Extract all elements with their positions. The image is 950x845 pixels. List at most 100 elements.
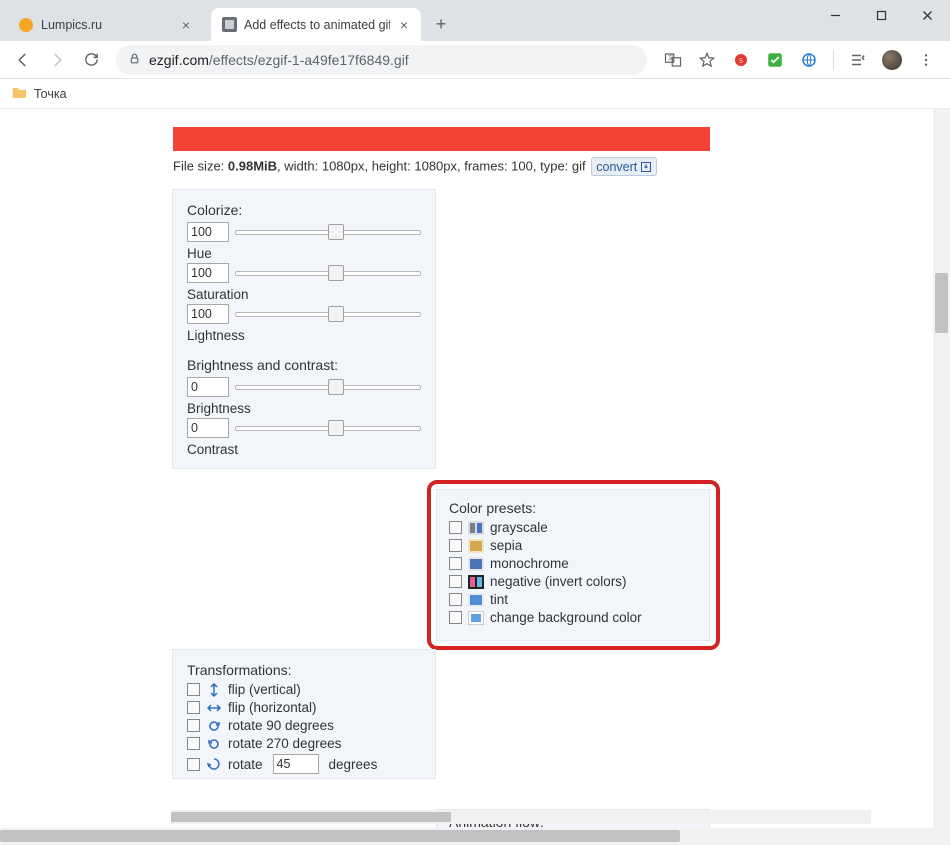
forward-button[interactable] — [42, 45, 72, 75]
file-info-text: File size: 0.98MiB, width: 1080px, heigh… — [173, 157, 657, 176]
close-icon[interactable]: × — [397, 18, 411, 32]
lightness-slider[interactable] — [235, 305, 421, 323]
translate-icon[interactable]: 文 — [663, 50, 683, 70]
window-horizontal-scrollbar[interactable] — [0, 828, 950, 845]
hue-slider[interactable] — [235, 223, 421, 241]
brightness-contrast-title: Brightness and contrast: — [187, 357, 421, 373]
rotate-custom-icon — [206, 757, 222, 771]
browser-toolbar: ezgif.com/effects/ezgif-1-a49fe17f6849.g… — [0, 41, 950, 79]
lightness-label: Lightness — [187, 328, 421, 343]
page-viewport: File size: 0.98MiB, width: 1080px, heigh… — [0, 109, 950, 828]
preset-sepia[interactable]: sepia — [449, 538, 697, 553]
menu-icon[interactable] — [916, 50, 936, 70]
preset-label: monochrome — [490, 556, 569, 571]
bookmark-folder-label[interactable]: Точка — [34, 87, 67, 101]
maximize-button[interactable] — [858, 0, 904, 30]
negative-icon — [468, 575, 484, 589]
preset-change-bg[interactable]: change background color — [449, 610, 697, 625]
preset-label: tint — [490, 592, 508, 607]
tab-title: Lumpics.ru — [41, 18, 172, 32]
contrast-input[interactable] — [187, 418, 229, 438]
preset-label: sepia — [490, 538, 522, 553]
rotate-cw-icon — [206, 719, 222, 733]
star-icon[interactable] — [697, 50, 717, 70]
brightness-input[interactable] — [187, 377, 229, 397]
colorize-title: Colorize: — [187, 202, 421, 218]
preset-grayscale[interactable]: grayscale — [449, 520, 697, 535]
url-text: ezgif.com/effects/ezgif-1-a49fe17f6849.g… — [149, 52, 409, 68]
folder-icon — [12, 85, 28, 102]
checkbox[interactable] — [449, 611, 462, 624]
tab-lumpics[interactable]: Lumpics.ru × — [8, 8, 203, 41]
saturation-slider[interactable] — [235, 264, 421, 282]
preset-monochrome[interactable]: monochrome — [449, 556, 697, 571]
tint-icon — [468, 593, 484, 607]
favicon-lumpics — [18, 17, 34, 33]
checkbox[interactable] — [449, 557, 462, 570]
transform-label: rotate 90 degrees — [228, 718, 334, 733]
lightness-input[interactable] — [187, 304, 229, 324]
extension-check-icon[interactable] — [765, 50, 785, 70]
svg-text:5: 5 — [739, 58, 743, 65]
panel-color-presets: Color presets: grayscale sepia monochrom… — [436, 489, 710, 641]
checkbox[interactable] — [449, 575, 462, 588]
checkbox[interactable] — [449, 521, 462, 534]
hue-input[interactable] — [187, 222, 229, 242]
checkbox[interactable] — [449, 593, 462, 606]
checkbox[interactable] — [449, 539, 462, 552]
profile-avatar[interactable] — [882, 50, 902, 70]
hue-label: Hue — [187, 246, 421, 261]
checkbox[interactable] — [187, 683, 200, 696]
transform-label: rotate 270 degrees — [228, 736, 341, 751]
transform-rotate-270[interactable]: rotate 270 degrees — [187, 736, 421, 751]
close-window-button[interactable] — [904, 0, 950, 30]
brightness-label: Brightness — [187, 401, 421, 416]
saturation-label: Saturation — [187, 287, 421, 302]
panel-colorize: Colorize: Hue Saturation Lightness Brigh… — [172, 189, 436, 469]
preset-tint[interactable]: tint — [449, 592, 697, 607]
extension-vpn-icon[interactable]: 5 — [731, 50, 751, 70]
transform-flip-horizontal[interactable]: flip (horizontal) — [187, 700, 421, 715]
rotate-ccw-icon — [206, 737, 222, 751]
toolbar-right-icons: 文 5 — [657, 49, 942, 71]
grayscale-icon — [468, 521, 484, 535]
convert-button[interactable]: convert — [591, 157, 657, 176]
checkbox[interactable] — [187, 737, 200, 750]
contrast-slider[interactable] — [235, 419, 421, 437]
page-vertical-scrollbar[interactable] — [933, 109, 950, 828]
change-bg-icon — [468, 611, 484, 625]
new-tab-button[interactable]: + — [427, 10, 455, 38]
tab-title: Add effects to animated gifs - gif... — [244, 18, 390, 32]
rotate-prefix: rotate — [228, 757, 263, 772]
transform-flip-vertical[interactable]: flip (vertical) — [187, 682, 421, 697]
page-horizontal-scrollbar[interactable] — [171, 810, 871, 824]
preview-placeholder — [173, 127, 710, 151]
reading-list-icon[interactable] — [848, 50, 868, 70]
extension-globe-icon[interactable] — [799, 50, 819, 70]
brightness-slider[interactable] — [235, 378, 421, 396]
preset-negative[interactable]: negative (invert colors) — [449, 574, 697, 589]
preset-label: negative (invert colors) — [490, 574, 627, 589]
rotate-degrees-input[interactable] — [273, 754, 319, 774]
transform-rotate-custom[interactable]: rotate degrees — [187, 754, 421, 774]
reload-button[interactable] — [76, 45, 106, 75]
tab-ezgif[interactable]: Add effects to animated gifs - gif... × — [211, 8, 421, 41]
close-icon[interactable]: × — [179, 18, 193, 32]
transform-rotate-90[interactable]: rotate 90 degrees — [187, 718, 421, 733]
contrast-label: Contrast — [187, 442, 421, 457]
back-button[interactable] — [8, 45, 38, 75]
monochrome-icon — [468, 557, 484, 571]
transform-label: flip (vertical) — [228, 682, 301, 697]
checkbox[interactable] — [187, 758, 200, 771]
page-content: File size: 0.98MiB, width: 1080px, heigh… — [0, 109, 950, 828]
rotate-suffix: degrees — [329, 757, 378, 772]
address-bar[interactable]: ezgif.com/effects/ezgif-1-a49fe17f6849.g… — [116, 45, 647, 75]
saturation-input[interactable] — [187, 263, 229, 283]
bookmarks-bar: Точка — [0, 79, 950, 109]
minimize-button[interactable] — [812, 0, 858, 30]
flip-horizontal-icon — [206, 701, 222, 715]
transform-label: flip (horizontal) — [228, 700, 317, 715]
checkbox[interactable] — [187, 719, 200, 732]
preset-label: grayscale — [490, 520, 548, 535]
checkbox[interactable] — [187, 701, 200, 714]
